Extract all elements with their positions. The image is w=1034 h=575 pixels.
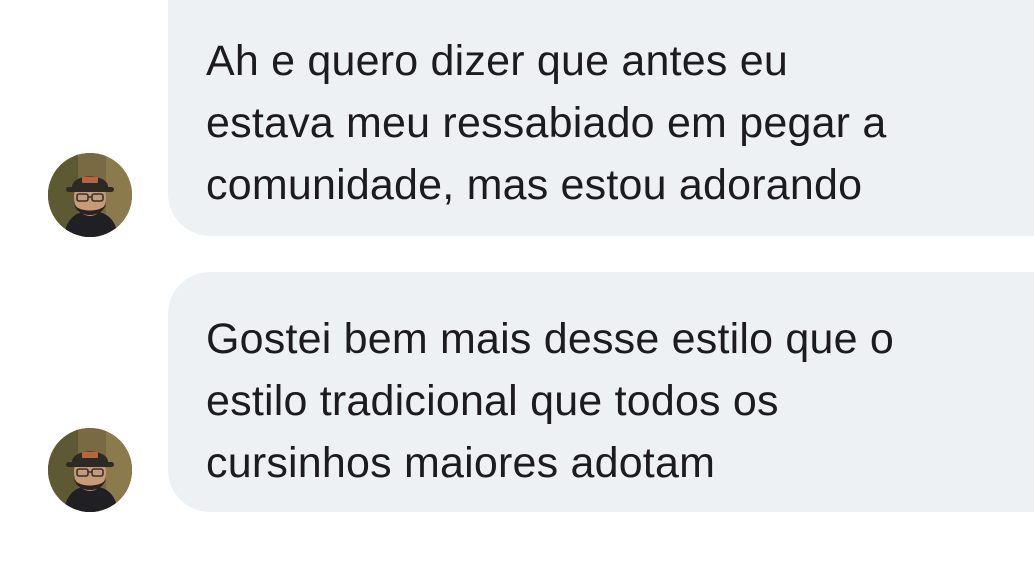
message-text: Gostei bem mais desse estilo que o estil…: [206, 315, 894, 487]
person-avatar-icon: [48, 428, 132, 512]
avatar[interactable]: [48, 428, 132, 512]
message-text: Ah e quero dizer que antes eu estava meu…: [206, 37, 887, 209]
message-bubble[interactable]: Gostei bem mais desse estilo que o estil…: [168, 272, 1034, 512]
avatar[interactable]: [48, 153, 132, 237]
person-avatar-icon: [48, 153, 132, 237]
message-bubble[interactable]: Ah e quero dizer que antes eu estava meu…: [168, 0, 1034, 236]
